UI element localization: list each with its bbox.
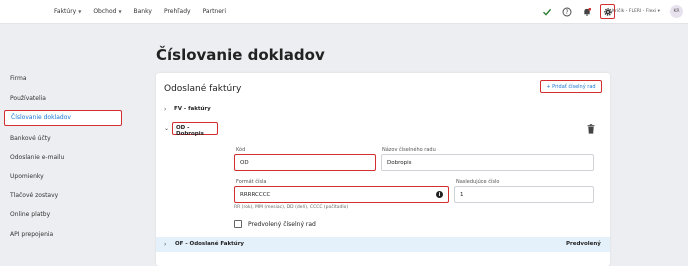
avatar[interactable]: KR xyxy=(670,5,683,18)
sidebar-item-bankove-ucty[interactable]: Bankové účty xyxy=(10,135,51,142)
chevron-down-icon: ▼ xyxy=(78,9,82,14)
next-number-label: Nasledujúce číslo xyxy=(456,179,500,185)
series-row-label: OF - Odoslané Faktúry xyxy=(175,241,245,247)
format-input[interactable]: RRRRCCCC xyxy=(234,186,449,203)
chevron-right-icon[interactable]: › xyxy=(164,241,166,248)
sidebar-item-cislovanie-dokladov[interactable]: Číslovanie dokladov xyxy=(4,110,122,126)
sidebar-item-upomienky[interactable]: Upomienky xyxy=(10,173,44,180)
menu-prehlady[interactable]: Prehľady xyxy=(164,8,191,15)
code-input[interactable]: OD xyxy=(234,154,376,171)
chevron-down-icon: ▼ xyxy=(118,9,122,14)
sidebar-item-firma[interactable]: Firma xyxy=(10,75,27,82)
default-badge: Predvolený xyxy=(566,241,601,247)
format-hint: RR (rok), MM (mesiac), DD (deň), CCCC (p… xyxy=(234,205,349,210)
sidebar-item-tlacove-zostavy[interactable]: Tlačové zostavy xyxy=(10,192,58,199)
series-name-label: Názov číselného radu xyxy=(382,147,436,153)
chevron-right-icon[interactable]: › xyxy=(164,106,166,113)
sidebar-item-api-prepojenia[interactable]: API prepojenia xyxy=(10,231,53,238)
series-name-input[interactable]: Dobropis xyxy=(381,154,594,171)
account-switcher[interactable]: Kričík - FLERI - Flexi ▾ xyxy=(612,9,660,14)
menu-obchod[interactable]: Obchod ▼ xyxy=(93,8,121,15)
series-row-label: OD - Dobropis xyxy=(176,125,204,137)
check-icon[interactable] xyxy=(540,5,554,19)
chevron-down-icon: ▾ xyxy=(657,9,660,14)
sidebar-item-pouzivatelia[interactable]: Používatelia xyxy=(10,95,46,102)
notifications-icon[interactable] xyxy=(580,5,594,19)
info-icon[interactable]: i xyxy=(436,191,443,198)
top-icons: ? xyxy=(540,4,615,19)
gear-icon xyxy=(603,7,612,16)
sidebar-item-online-platby[interactable]: Online platby xyxy=(10,211,50,218)
next-number-input[interactable]: 1 xyxy=(454,186,594,203)
add-number-series-button[interactable]: + Pridať číselný rad xyxy=(540,80,602,93)
trash-icon[interactable] xyxy=(587,124,595,134)
default-series-checkbox[interactable] xyxy=(234,220,242,228)
format-label: Formát čísla xyxy=(236,179,267,185)
help-icon[interactable]: ? xyxy=(560,5,574,19)
default-series-label: Predvolený číselný rad xyxy=(248,221,316,228)
series-row-fv[interactable]: FV - faktúry xyxy=(174,106,211,112)
top-navigation-bar: Faktúry ▼ Obchod ▼ Banky Prehľady Partneri… xyxy=(0,0,688,24)
svg-text:?: ? xyxy=(565,9,568,16)
menu-faktury[interactable]: Faktúry ▼ xyxy=(54,8,81,15)
page-title: Číslovanie dokladov xyxy=(156,46,325,64)
code-label: Kód xyxy=(236,147,246,153)
sidebar-item-label: Číslovanie dokladov xyxy=(11,114,71,121)
card-title: Odoslané faktúry xyxy=(164,84,242,94)
main-menu: Faktúry ▼ Obchod ▼ Banky Prehľady Partneri xyxy=(54,8,226,15)
menu-banky[interactable]: Banky xyxy=(134,8,152,15)
chevron-down-icon[interactable]: ⌄ xyxy=(164,125,169,132)
series-row-od[interactable]: OD - Dobropis xyxy=(172,122,218,137)
menu-partneri[interactable]: Partneri xyxy=(203,8,226,15)
sidebar-item-odoslanie-emailu[interactable]: Odoslanie e-mailu xyxy=(10,154,64,161)
